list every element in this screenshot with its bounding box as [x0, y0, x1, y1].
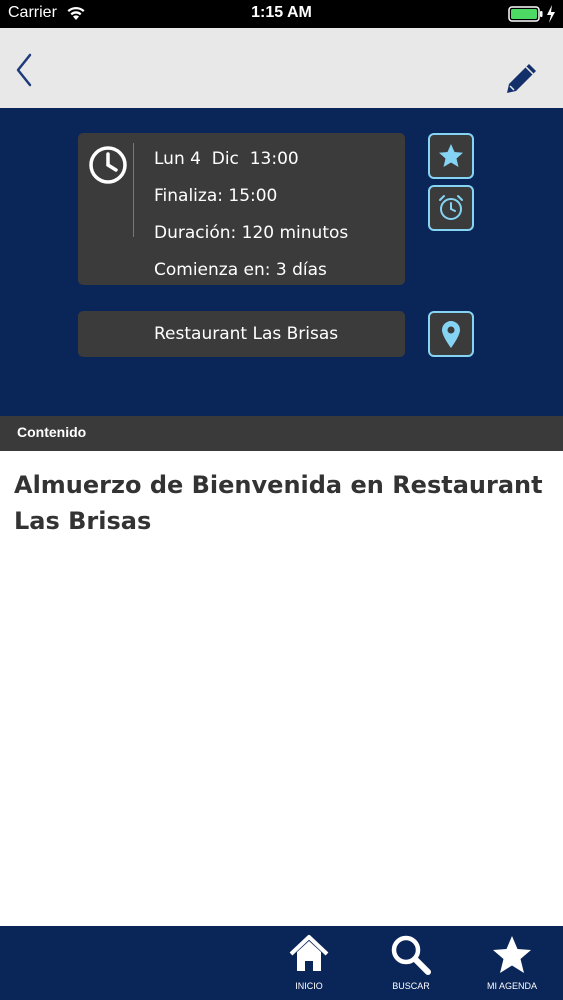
status-time: 1:15 AM — [251, 4, 312, 21]
event-duration: Duración: 120 minutos — [154, 223, 349, 243]
alarm-button[interactable] — [428, 185, 474, 231]
pencil-icon — [507, 64, 536, 93]
tab-inicio-label: INICIO — [295, 981, 323, 991]
navigation-bar — [0, 28, 563, 108]
location-label: Restaurant Las Brisas — [154, 324, 339, 344]
section-header-label: Contenido — [17, 424, 87, 440]
chevron-left-icon — [16, 53, 32, 87]
star-icon — [493, 936, 531, 973]
star-icon — [439, 144, 463, 167]
back-button[interactable] — [10, 50, 40, 90]
event-starts-in: Comienza en: 3 días — [154, 260, 327, 280]
clock-icon — [89, 146, 127, 184]
search-icon — [391, 935, 431, 975]
battery-icon — [508, 6, 543, 22]
event-start: Lun 4 Dic 13:00 — [154, 149, 299, 169]
tab-mi-agenda-label: MI AGENDA — [486, 981, 537, 991]
map-pin-icon — [442, 321, 460, 348]
charging-bolt-icon — [547, 5, 555, 23]
tab-inicio[interactable]: INICIO — [264, 926, 354, 1000]
location-card[interactable]: Restaurant Las Brisas — [78, 311, 405, 357]
event-info-panel: Lun 4 Dic 13:00 Finaliza: 15:00 Duración… — [0, 108, 563, 416]
section-header: Contenido — [0, 416, 563, 451]
map-button[interactable] — [428, 311, 474, 357]
tab-bar: INICIO BUSCAR MI AGENDA — [0, 926, 563, 1000]
alarm-clock-icon — [439, 195, 463, 220]
event-end: Finaliza: 15:00 — [154, 186, 278, 206]
tab-buscar-label: BUSCAR — [392, 981, 430, 991]
tab-mi-agenda[interactable]: MI AGENDA — [467, 926, 557, 1000]
event-time-card: Lun 4 Dic 13:00 Finaliza: 15:00 Duración… — [78, 133, 405, 285]
edit-button[interactable] — [502, 58, 542, 98]
card-divider — [133, 143, 134, 237]
home-icon — [289, 935, 329, 971]
status-bar: Carrier 1:15 AM — [0, 0, 563, 28]
tab-buscar[interactable]: BUSCAR — [366, 926, 456, 1000]
favorite-button[interactable] — [428, 133, 474, 179]
event-title: Almuerzo de Bienvenida en Restaurant Las… — [14, 471, 543, 535]
